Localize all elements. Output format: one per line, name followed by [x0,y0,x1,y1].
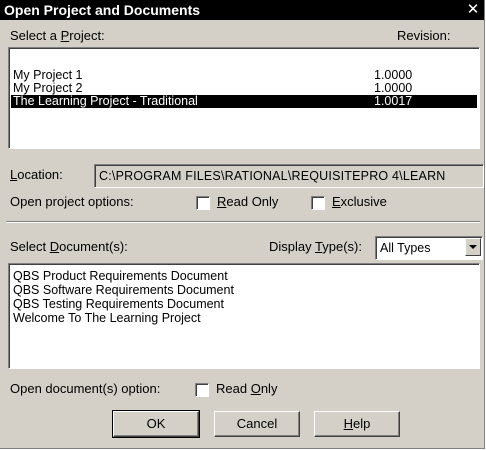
list-item[interactable]: Welcome To The Learning Project [13,311,201,325]
location-path: C:\PROGRAM FILES\RATIONAL\REQUISITEPRO 4… [99,169,446,183]
list-item[interactable]: QBS Testing Requirements Document [13,297,224,311]
project-options-label: Open project options: [10,194,134,209]
open-project-dialog: Open Project and Documents ✕ Select a Pr… [0,0,485,449]
location-label: Location: [10,167,63,182]
project-revision: 1.0017 [374,94,413,108]
dropdown-arrow-icon[interactable] [465,238,481,256]
display-types-value: All Types [380,241,431,255]
section-divider [6,221,480,223]
document-options-label: Open document(s) option: [10,381,161,396]
location-field: C:\PROGRAM FILES\RATIONAL\REQUISITEPRO 4… [94,164,484,188]
close-icon[interactable]: ✕ [462,0,484,20]
select-documents-label: Select Document(s): [10,239,128,254]
read-only-project-label[interactable]: Read Only [217,194,278,210]
display-types-label: Display Type(s): [269,239,362,254]
read-only-document-checkbox[interactable] [195,383,209,397]
cancel-button[interactable]: Cancel [214,411,300,437]
ok-button[interactable]: OK [112,410,200,438]
revision-header: Revision: [397,28,451,43]
title-bar[interactable]: Open Project and Documents ✕ [0,0,484,20]
help-button[interactable]: Help [314,411,400,437]
list-item[interactable]: QBS Software Requirements Document [13,283,234,297]
dialog-title: Open Project and Documents [4,2,201,18]
list-item[interactable]: QBS Product Requirements Document [13,269,228,283]
exclusive-checkbox[interactable] [311,196,325,210]
document-list[interactable]: QBS Product Requirements Document QBS So… [8,263,480,369]
exclusive-label[interactable]: Exclusive [332,194,387,210]
display-types-dropdown[interactable]: All Types [375,236,483,260]
project-list[interactable]: My Project 1 1.0000 My Project 2 1.0000 … [8,47,480,149]
project-row-selected[interactable]: The Learning Project - Traditional 1.001… [11,95,477,108]
project-name: The Learning Project - Traditional [13,94,198,108]
read-only-project-checkbox[interactable] [196,196,210,210]
select-project-label: Select a Project: [10,28,105,43]
read-only-document-label[interactable]: Read Only [216,381,277,397]
